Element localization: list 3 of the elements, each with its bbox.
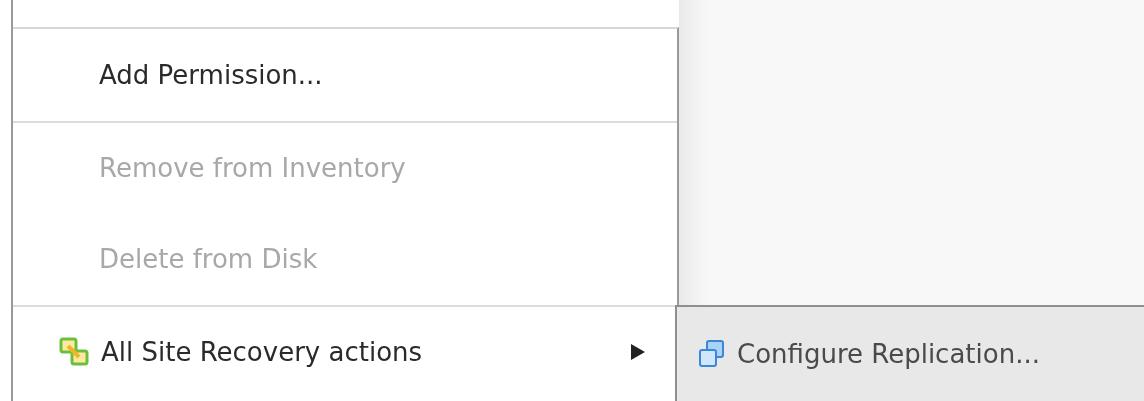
linked-squares-icon xyxy=(59,337,89,367)
submenu-arrow-icon xyxy=(631,344,645,360)
stacked-cubes-icon xyxy=(697,339,727,369)
